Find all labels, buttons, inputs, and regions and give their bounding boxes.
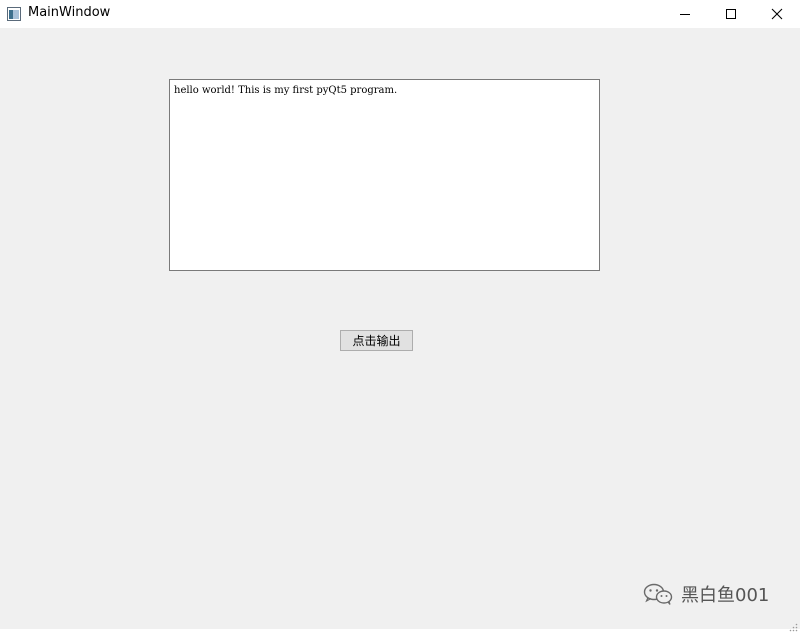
maximize-icon — [725, 5, 737, 24]
text-edit-content: hello world! This is my first pyQt5 prog… — [174, 85, 398, 96]
window-title: MainWindow — [28, 5, 111, 20]
watermark: 黑白鱼001 — [643, 582, 769, 606]
maximize-button[interactable] — [708, 0, 754, 28]
watermark-text: 黑白鱼001 — [681, 585, 770, 606]
minimize-button[interactable] — [662, 0, 708, 28]
title-bar[interactable]: MainWindow — [0, 0, 800, 28]
output-button[interactable]: 点击输出 — [340, 330, 413, 351]
close-button[interactable] — [754, 0, 800, 28]
resize-grip-icon[interactable] — [788, 617, 798, 632]
close-icon — [771, 5, 783, 24]
window-icon — [7, 6, 21, 21]
main-window: MainWindow hello world! This is my first… — [0, 0, 800, 632]
minimize-icon — [679, 5, 691, 24]
text-edit[interactable]: hello world! This is my first pyQt5 prog… — [169, 79, 600, 271]
wechat-icon — [643, 583, 673, 605]
